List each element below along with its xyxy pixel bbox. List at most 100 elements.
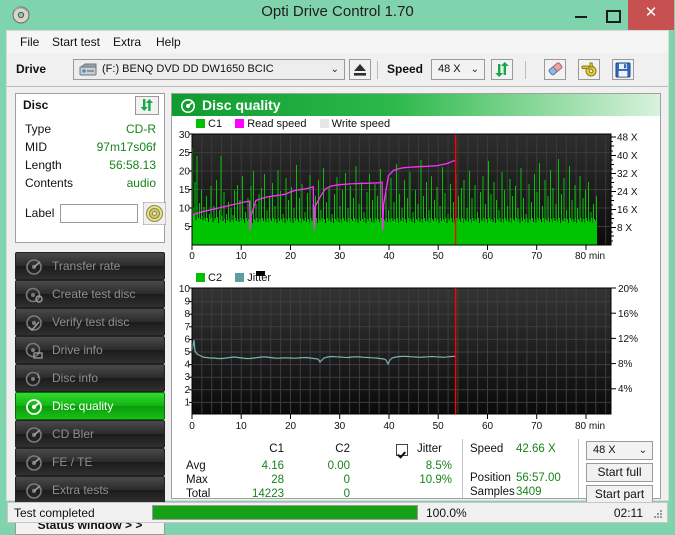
maximize-button[interactable] (597, 0, 627, 30)
svg-text:20: 20 (179, 167, 191, 178)
eject-button[interactable] (349, 59, 371, 80)
close-icon: ✕ (644, 4, 658, 21)
cd-icon (143, 202, 166, 225)
svg-text:70: 70 (531, 421, 543, 432)
legend-label-c2: C2 (208, 272, 223, 284)
speed-label: Speed (387, 62, 424, 76)
close-button[interactable]: ✕ (628, 0, 674, 30)
status-bar: Test completed 100.0% 02:11 (7, 502, 668, 523)
legend-swatch-c2 (196, 273, 205, 282)
svg-text:16 X: 16 X (617, 205, 638, 216)
sidebar-item-label: Disc quality (52, 399, 114, 413)
sidebar-item-disc-quality[interactable]: Disc quality (15, 392, 165, 420)
svg-text:24 X: 24 X (617, 187, 638, 198)
erase-button[interactable] (544, 59, 566, 80)
stats-row-header-max: Max (186, 474, 208, 486)
drive-info-icon (25, 342, 43, 360)
disc-verify-icon (25, 314, 43, 332)
refresh-button[interactable] (491, 59, 513, 80)
disc-info-icon: i (25, 370, 43, 388)
resize-grip-icon[interactable] (653, 509, 663, 519)
stats-c2-avg: 0.00 (327, 460, 350, 472)
menu-help[interactable]: Help (151, 34, 186, 50)
disc-row-key: MID (25, 140, 47, 154)
test-speed-select[interactable]: 48 X ⌄ (586, 441, 653, 460)
stats-position-value: 56:57.00 (516, 472, 561, 484)
svg-text:9: 9 (184, 297, 190, 308)
stats-col-header-c1: C1 (269, 443, 284, 455)
svg-text:4%: 4% (618, 384, 633, 395)
sidebar-item-drive-info[interactable]: Drive info (15, 336, 165, 364)
minimize-button[interactable] (566, 0, 596, 30)
svg-text:8 X: 8 X (617, 223, 632, 234)
stats-c2-total: 0 (343, 488, 350, 500)
svg-text:0: 0 (189, 421, 195, 432)
gear-icon (581, 62, 597, 77)
svg-text:30: 30 (179, 130, 191, 141)
sidebar-item-verify-test-disc[interactable]: Verify test disc (15, 308, 165, 336)
stats-col-header-c2: C2 (335, 443, 350, 455)
stats-jitter-avg: 8.5% (425, 460, 452, 472)
disc-panel-header: Disc (16, 94, 164, 116)
sidebar-item-label: Verify test disc (52, 315, 130, 329)
svg-text:50: 50 (433, 421, 445, 432)
legend-label-write-speed: Write speed (331, 118, 391, 130)
disc-create-icon (25, 286, 43, 304)
svg-text:40: 40 (383, 251, 395, 260)
menu-extra[interactable]: Extra (108, 34, 146, 50)
sidebar-item-extra-tests[interactable]: Extra tests (15, 476, 165, 504)
sidebar-item-create-test-disc[interactable]: Create test disc (15, 280, 165, 308)
drive-value: (F:) BENQ DVD DD DW1650 BCIC (102, 63, 274, 75)
svg-text:8: 8 (184, 309, 190, 320)
chart-c2-jitter: 10 9 8 765 432 1 20% 16% 12% 8% 4% 0 10 … (172, 284, 660, 439)
speed-value: 48 X (438, 63, 461, 75)
app-window: Opti Drive Control 1.70 ✕ File Start tes… (0, 0, 675, 535)
toolbar-separator-1 (377, 61, 378, 79)
stats-samples-value: 3409 (516, 486, 542, 498)
disc-row-key: Type (25, 122, 52, 136)
stats-speed-label: Speed (470, 443, 504, 455)
drive-select[interactable]: (F:) BENQ DVD DD DW1650 BCIC ⌄ (73, 59, 345, 80)
progress-percent: 100.0% (426, 506, 467, 520)
label-input[interactable] (60, 204, 138, 223)
svg-text:32 X: 32 X (617, 169, 638, 180)
save-icon (615, 62, 631, 78)
disc-test-icon (25, 258, 43, 276)
chevron-down-icon: ⌄ (470, 64, 479, 75)
start-full-button[interactable]: Start full (586, 463, 653, 482)
drive-label: Drive (16, 62, 47, 76)
disc-panel: Disc Type CD-R MID 97m17s06f Length 56:5… (15, 93, 166, 243)
sidebar-item-cd-bler[interactable]: CD Bler (15, 420, 165, 448)
save-button[interactable] (612, 59, 634, 80)
label-browse-button[interactable] (143, 202, 166, 225)
legend-swatch-jitter (235, 273, 245, 282)
stats-jitter-max: 10.9% (419, 474, 452, 486)
legend-label-c1: C1 (208, 118, 223, 130)
stats-row-header-total: Total (186, 488, 211, 500)
sidebar-item-transfer-rate[interactable]: Transfer rate (15, 252, 165, 280)
legend-label-read-speed: Read speed (247, 118, 307, 130)
stats-samples-label: Samples (470, 486, 515, 498)
svg-text:3: 3 (184, 372, 190, 383)
menu-file[interactable]: File (15, 34, 44, 50)
sidebar-item-fe-te[interactable]: FE / TE (15, 448, 165, 476)
svg-text:4: 4 (184, 360, 190, 371)
settings-button[interactable] (578, 59, 600, 80)
fe-te-icon (25, 454, 43, 472)
stats-c1-total: 14223 (252, 488, 284, 500)
progress-bar-fill (153, 506, 417, 519)
disc-refresh-button[interactable] (135, 96, 159, 115)
sidebar-item-disc-info[interactable]: i Disc info (15, 364, 165, 392)
svg-text:80 min: 80 min (575, 251, 605, 260)
stats-c1-max: 28 (271, 474, 284, 486)
sidebar-item-label: CD Bler (52, 427, 95, 441)
disc-panel-title: Disc (23, 98, 49, 112)
jitter-checkbox[interactable] (396, 444, 408, 456)
svg-text:16%: 16% (618, 309, 638, 320)
eject-icon (354, 64, 366, 76)
drive-icon (79, 63, 97, 77)
svg-text:50: 50 (433, 251, 445, 260)
disc-quality-panel: Disc quality C1 Read speed Write speed 3… (171, 93, 661, 504)
menu-start-test[interactable]: Start test (47, 34, 105, 50)
speed-select[interactable]: 48 X ⌄ (431, 59, 485, 80)
